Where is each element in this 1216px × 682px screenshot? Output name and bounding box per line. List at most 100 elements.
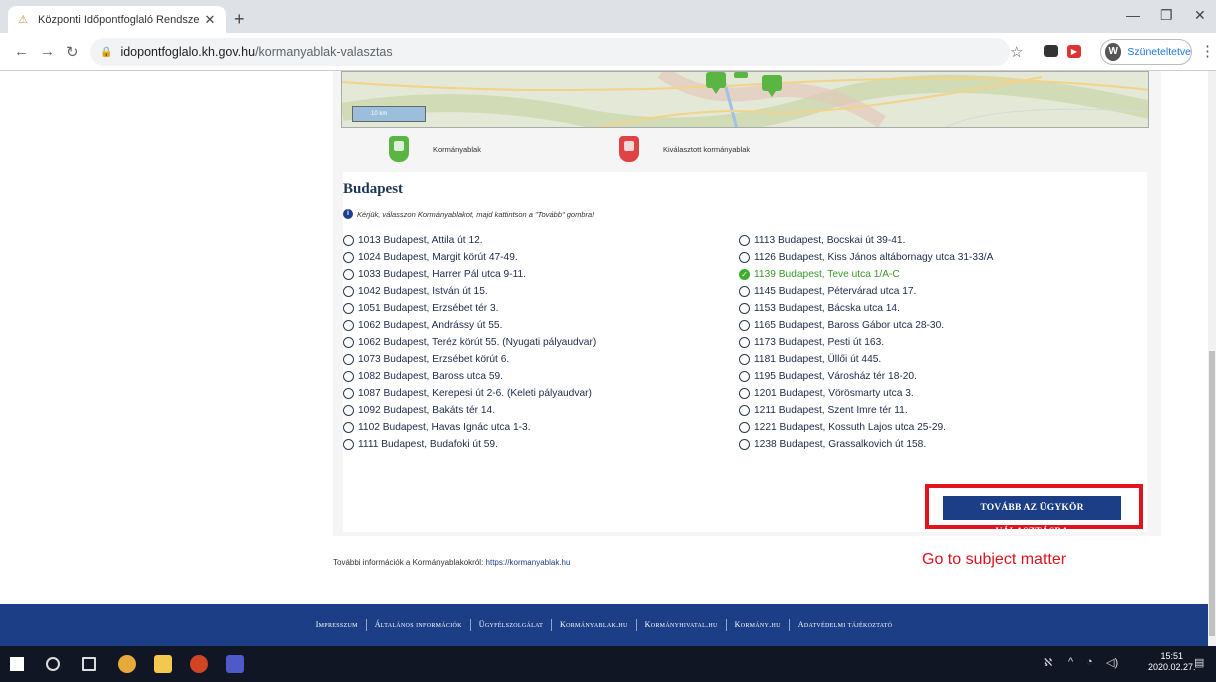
- office-option[interactable]: 1126 Budapest, Kiss János altábornagy ut…: [739, 249, 993, 266]
- office-option[interactable]: 1201 Budapest, Vörösmarty utca 3.: [739, 385, 993, 402]
- radio-icon[interactable]: [739, 320, 750, 331]
- scrollbar-thumb[interactable]: [1209, 351, 1215, 636]
- radio-icon[interactable]: [343, 388, 354, 399]
- profile-button[interactable]: W Szüneteltetve: [1100, 39, 1192, 65]
- radio-checked-icon[interactable]: ✓: [739, 269, 750, 280]
- footer-link[interactable]: Ügyfélszolgálat: [469, 619, 551, 631]
- radio-icon[interactable]: [739, 354, 750, 365]
- office-option[interactable]: 1181 Budapest, Üllői út 445.: [739, 351, 993, 368]
- system-clock[interactable]: 15:51 2020.02.27.: [1148, 651, 1196, 673]
- kormanyablak-link[interactable]: https://kormanyablak.hu: [486, 558, 571, 567]
- office-option[interactable]: 1082 Budapest, Baross utca 59.: [343, 368, 596, 385]
- reload-icon[interactable]: ↻: [66, 43, 79, 61]
- radio-icon[interactable]: [739, 405, 750, 416]
- maximize-icon[interactable]: ❐: [1160, 7, 1173, 24]
- teams-icon[interactable]: [226, 655, 244, 673]
- office-option[interactable]: 1062 Budapest, Andrássy út 55.: [343, 317, 596, 334]
- footer-link[interactable]: Kormányablak.hu: [551, 619, 636, 631]
- office-option[interactable]: ✓ 1139 Budapest, Teve utca 1/A-C: [739, 266, 993, 283]
- office-option[interactable]: 1211 Budapest, Szent Imre tér 11.: [739, 402, 993, 419]
- office-option-label: 1221 Budapest, Kossuth Lajos utca 25-29.: [754, 422, 947, 433]
- office-map[interactable]: 10 km: [341, 71, 1149, 128]
- footer-link[interactable]: Kormány.hu: [725, 619, 789, 631]
- radio-icon[interactable]: [343, 337, 354, 348]
- office-option[interactable]: 1042 Budapest, István út 15.: [343, 283, 596, 300]
- footer-link[interactable]: Impresszum: [308, 619, 366, 631]
- office-option[interactable]: 1221 Budapest, Kossuth Lajos utca 25-29.: [739, 419, 993, 436]
- instruction-text: Kérjük, válasszon Kormányablakot, majd k…: [357, 209, 595, 219]
- radio-icon[interactable]: [739, 337, 750, 348]
- lock-icon: 🔒: [100, 46, 113, 58]
- notifications-icon[interactable]: ▤: [1194, 656, 1204, 669]
- next-to-subject-button[interactable]: TOVÁBB AZ ÜGYKÖR VÁLASZTÁSRA: [943, 496, 1121, 537]
- radio-icon[interactable]: [343, 252, 354, 263]
- office-option[interactable]: 1111 Budapest, Budafoki út 59.: [343, 436, 596, 453]
- office-option[interactable]: 1024 Budapest, Margit körút 47-49.: [343, 249, 596, 266]
- office-option[interactable]: 1033 Budapest, Harrer Pál utca 9-11.: [343, 266, 596, 283]
- radio-icon[interactable]: [343, 269, 354, 280]
- radio-icon[interactable]: [343, 422, 354, 433]
- people-icon[interactable]: ℵ: [1044, 656, 1052, 669]
- radio-icon[interactable]: [343, 286, 354, 297]
- search-icon[interactable]: [46, 657, 60, 671]
- forward-icon[interactable]: →: [40, 43, 55, 60]
- office-option[interactable]: 1195 Budapest, Városház tér 18-20.: [739, 368, 993, 385]
- office-option[interactable]: 1153 Budapest, Bácska utca 14.: [739, 300, 993, 317]
- windows-start-icon[interactable]: [10, 657, 24, 671]
- office-option[interactable]: 1092 Budapest, Bakáts tér 14.: [343, 402, 596, 419]
- footer-link[interactable]: Kormányhivatal.hu: [635, 619, 726, 631]
- legend-label: Kiválasztott kormányablak: [663, 144, 751, 154]
- radio-icon[interactable]: [739, 388, 750, 399]
- office-option[interactable]: 1165 Budapest, Baross Gábor utca 28-30.: [739, 317, 993, 334]
- radio-icon[interactable]: [739, 439, 750, 450]
- radio-icon[interactable]: [739, 286, 750, 297]
- footer-link[interactable]: Adatvédelmi tájékoztató: [788, 619, 901, 631]
- radio-icon[interactable]: [343, 439, 354, 450]
- map-pin-icon[interactable]: [734, 72, 748, 78]
- info-icon: i: [343, 209, 353, 219]
- radio-icon[interactable]: [343, 405, 354, 416]
- minimize-icon[interactable]: —: [1126, 7, 1140, 23]
- office-option[interactable]: 1113 Budapest, Bocskai út 39-41.: [739, 232, 993, 249]
- office-option[interactable]: 1173 Budapest, Pesti út 163.: [739, 334, 993, 351]
- task-view-icon[interactable]: [82, 657, 96, 671]
- office-option[interactable]: 1051 Budapest, Erzsébet tér 3.: [343, 300, 596, 317]
- browser-tab[interactable]: ⚠ Központi Időpontfoglaló Rendsze ✕: [8, 6, 226, 33]
- extension-icon[interactable]: [1044, 45, 1058, 57]
- radio-icon[interactable]: [343, 354, 354, 365]
- browser-menu-icon[interactable]: ⋮: [1200, 42, 1215, 60]
- footer-link[interactable]: Általános információk: [365, 619, 470, 631]
- url-field[interactable]: 🔒 idopontfoglalo.kh.gov.hu/kormanyablak-…: [90, 38, 1010, 66]
- office-option-label: 1238 Budapest, Grassalkovich út 158.: [754, 439, 927, 450]
- radio-icon[interactable]: [343, 303, 354, 314]
- radio-icon[interactable]: [343, 371, 354, 382]
- office-option[interactable]: 1087 Budapest, Kerepesi út 2-6. (Keleti …: [343, 385, 596, 402]
- radio-icon[interactable]: [739, 235, 750, 246]
- wifi-icon[interactable]: ◔: [1086, 656, 1093, 668]
- radio-icon[interactable]: [739, 422, 750, 433]
- tray-chevron-icon[interactable]: ^: [1068, 656, 1073, 668]
- office-option[interactable]: 1073 Budapest, Erzsébet körút 6.: [343, 351, 596, 368]
- radio-icon[interactable]: [739, 303, 750, 314]
- back-icon[interactable]: ←: [14, 43, 29, 60]
- volume-icon[interactable]: ◁): [1106, 656, 1118, 669]
- new-tab-icon[interactable]: +: [234, 9, 245, 30]
- extension-record-icon[interactable]: ▶: [1067, 45, 1081, 58]
- chrome-icon[interactable]: [118, 655, 136, 673]
- powerpoint-icon[interactable]: [190, 655, 208, 673]
- radio-icon[interactable]: [739, 252, 750, 263]
- office-option[interactable]: 1238 Budapest, Grassalkovich út 158.: [739, 436, 993, 453]
- profile-status: Szüneteltetve: [1127, 46, 1191, 58]
- close-window-icon[interactable]: ✕: [1194, 7, 1206, 24]
- bookmark-star-icon[interactable]: ☆: [1010, 43, 1023, 61]
- office-option[interactable]: 1102 Budapest, Havas Ignác utca 1-3.: [343, 419, 596, 436]
- file-explorer-icon[interactable]: [154, 655, 172, 673]
- page-scrollbar[interactable]: [1208, 71, 1216, 646]
- office-option[interactable]: 1145 Budapest, Pétervárad utca 17.: [739, 283, 993, 300]
- office-option[interactable]: 1013 Budapest, Attila út 12.: [343, 232, 596, 249]
- office-option[interactable]: 1062 Budapest, Teréz körút 55. (Nyugati …: [343, 334, 596, 351]
- radio-icon[interactable]: [343, 235, 354, 246]
- tab-close-icon[interactable]: ✕: [202, 12, 218, 28]
- radio-icon[interactable]: [739, 371, 750, 382]
- radio-icon[interactable]: [343, 320, 354, 331]
